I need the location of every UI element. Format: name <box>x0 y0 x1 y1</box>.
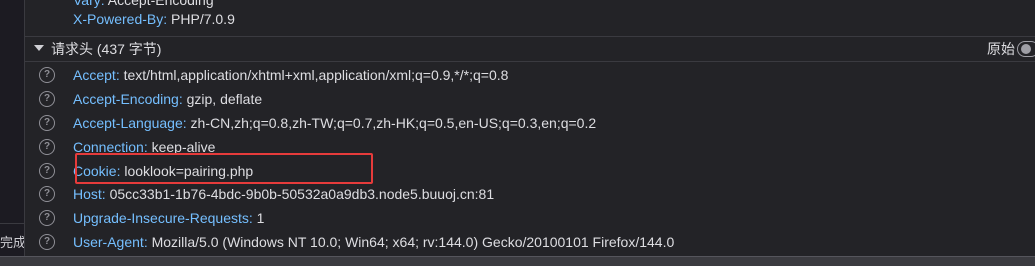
request-header-row[interactable]: ? Host: 05cc33b1-1b76-4bdc-9b0b-50532a0a… <box>25 182 1035 206</box>
header-value[interactable]: Mozilla/5.0 (Windows NT 10.0; Win64; x64… <box>152 234 675 250</box>
header-colon: : <box>101 186 106 202</box>
question-circle-icon[interactable]: ? <box>39 91 55 107</box>
header-name: Accept <box>73 67 116 83</box>
header-name: User-Agent <box>73 234 144 250</box>
raw-toggle-switch[interactable] <box>1017 41 1035 57</box>
triangle-down-icon[interactable] <box>34 45 44 51</box>
left-sidebar-strip: 完成 <box>0 0 25 256</box>
header-colon: : <box>178 91 183 107</box>
response-header-row-x-powered-by: X-Powered-By: PHP/7.0.9 <box>25 7 1035 31</box>
raw-toggle-label[interactable]: 原始 <box>987 37 1015 61</box>
header-name: Accept-Language <box>73 115 183 131</box>
question-circle-icon[interactable]: ? <box>39 186 55 202</box>
request-headers-title[interactable]: 请求头 (437 字节) <box>51 37 161 61</box>
headers-panel: Vary: Accept-Encoding X-Powered-By: PHP/… <box>25 0 1035 256</box>
request-header-row[interactable]: ? Accept-Encoding: gzip, deflate <box>25 87 1035 111</box>
question-circle-icon[interactable]: ? <box>39 210 55 226</box>
question-circle-icon[interactable]: ? <box>39 139 55 155</box>
question-circle-icon[interactable]: ? <box>39 67 55 83</box>
header-colon: : <box>248 210 253 226</box>
header-colon: : <box>182 115 187 131</box>
header-name: Upgrade-Insecure-Requests <box>73 210 249 226</box>
header-value[interactable]: gzip, deflate <box>187 91 263 107</box>
status-done-label: 完成 <box>0 235 24 250</box>
header-colon: : <box>115 67 120 83</box>
request-headers-section-header[interactable]: 请求头 (437 字节) 原始 <box>25 36 1035 62</box>
question-circle-icon[interactable]: ? <box>39 234 55 250</box>
question-circle-icon[interactable]: ? <box>39 115 55 131</box>
header-colon: : <box>143 234 148 250</box>
header-value[interactable]: 05cc33b1-1b76-4bdc-9b0b-50532a0a9db3.nod… <box>110 186 495 202</box>
header-value[interactable]: zh-CN,zh;q=0.8,zh-TW;q=0.7,zh-HK;q=0.5,e… <box>191 115 597 131</box>
request-header-row[interactable]: ? User-Agent: Mozilla/5.0 (Windows NT 10… <box>25 230 1035 254</box>
header-name: X-Powered-By <box>73 11 164 27</box>
question-circle-icon[interactable]: ? <box>39 163 55 179</box>
header-value[interactable]: text/html,application/xhtml+xml,applicat… <box>124 67 509 83</box>
header-value: PHP/7.0.9 <box>171 11 235 27</box>
request-header-row[interactable]: ? Accept-Language: zh-CN,zh;q=0.8,zh-TW;… <box>25 111 1035 135</box>
sidebar-divider <box>0 223 24 224</box>
header-value[interactable]: 1 <box>257 210 265 226</box>
cookie-highlight-box <box>75 153 373 184</box>
header-name: Host <box>73 186 102 202</box>
toggle-knob <box>1021 44 1031 54</box>
request-header-row[interactable]: ? Accept: text/html,application/xhtml+xm… <box>25 63 1035 87</box>
request-header-row[interactable]: ? Upgrade-Insecure-Requests: 1 <box>25 206 1035 230</box>
header-colon: : <box>163 11 168 27</box>
header-name: Accept-Encoding <box>73 91 179 107</box>
